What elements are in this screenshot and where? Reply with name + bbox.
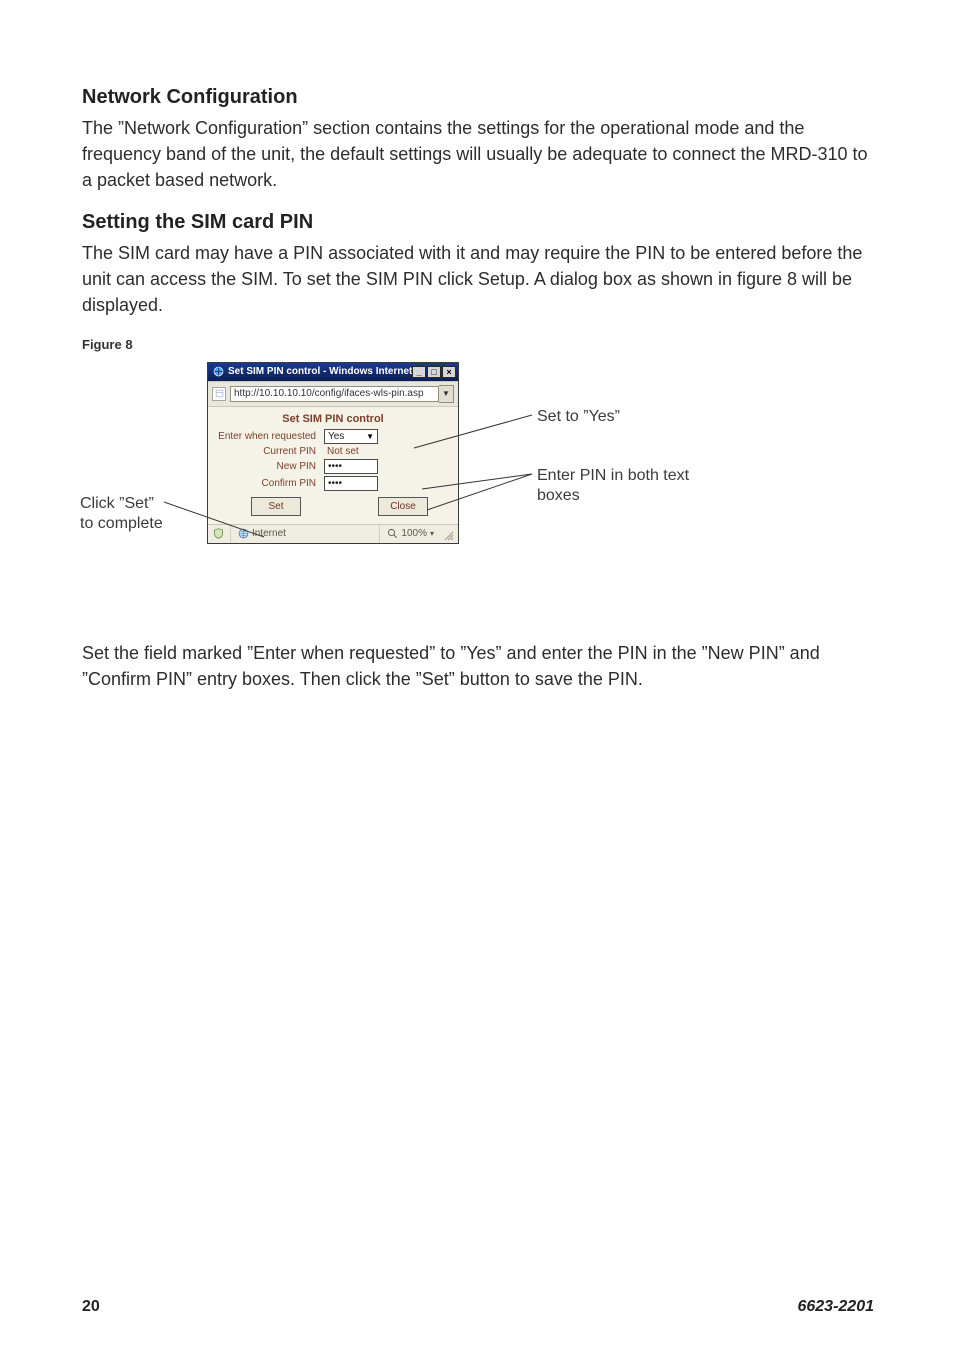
titlebar: Set SIM PIN control - Windows Internet..… xyxy=(208,363,458,381)
page-favicon-icon xyxy=(212,387,226,401)
annotation-set-to-yes: Set to ”Yes” xyxy=(537,407,620,427)
label-enter-when-requested: Enter when requested xyxy=(216,431,324,442)
label-new-pin: New PIN xyxy=(216,461,324,472)
row-current-pin: Current PIN Not set xyxy=(216,446,450,457)
zoom-icon xyxy=(386,528,398,540)
figure-8: Click ”Set” to complete Set to ”Yes” Ent… xyxy=(82,362,874,622)
set-button[interactable]: Set xyxy=(251,497,301,516)
heading-network-configuration: Network Configuration xyxy=(82,86,874,109)
close-window-button[interactable]: × xyxy=(442,366,456,378)
globe-icon xyxy=(237,528,249,540)
annotation-enter-pin-both: Enter PIN in both text boxes xyxy=(537,466,697,506)
annotation-lines xyxy=(82,362,874,622)
annotation-click-set: Click ”Set” to complete xyxy=(80,494,163,534)
button-row: Set Close xyxy=(216,497,450,516)
status-zone: Internet xyxy=(230,525,292,543)
row-new-pin: New PIN •••• xyxy=(216,459,450,474)
paragraph-sim-card-pin: The SIM card may have a PIN associated w… xyxy=(82,240,874,318)
figure-caption: Figure 8 xyxy=(82,337,874,352)
select-enter-when-requested[interactable]: Yes ▼ xyxy=(324,429,378,444)
heading-sim-card-pin: Setting the SIM card PIN xyxy=(82,211,874,234)
label-current-pin: Current PIN xyxy=(216,446,324,457)
status-zoom[interactable]: 100% ▾ xyxy=(379,525,440,543)
dialog-window: Set SIM PIN control - Windows Internet..… xyxy=(207,362,459,544)
maximize-button[interactable]: □ xyxy=(427,366,441,378)
paragraph-after-figure: Set the field marked ”Enter when request… xyxy=(82,640,874,692)
page-footer: 20 6623-2201 xyxy=(82,1298,874,1316)
status-seg-left xyxy=(210,525,230,543)
status-bar: Internet 100% ▾ xyxy=(208,524,458,543)
status-zoom-value: 100% xyxy=(401,528,427,539)
window-title: Set SIM PIN control - Windows Internet..… xyxy=(228,366,412,377)
row-confirm-pin: Confirm PIN •••• xyxy=(216,476,450,491)
ie-logo-icon xyxy=(212,366,224,378)
address-field[interactable]: http://10.10.10.10/config/ifaces-wls-pin… xyxy=(230,386,439,402)
page: Network Configuration The ”Network Confi… xyxy=(0,0,954,1354)
chevron-down-icon: ▾ xyxy=(430,529,434,538)
address-dropdown-button[interactable]: ▼ xyxy=(439,385,454,403)
annotation-click-set-line1: Click ”Set” xyxy=(80,495,154,512)
input-confirm-pin[interactable]: •••• xyxy=(324,476,378,491)
status-zone-label: Internet xyxy=(252,528,286,539)
resize-grip-icon[interactable] xyxy=(440,527,456,541)
row-enter-when-requested: Enter when requested Yes ▼ xyxy=(216,429,450,444)
paragraph-network-configuration: The ”Network Configuration” section cont… xyxy=(82,115,874,193)
address-bar: http://10.10.10.10/config/ifaces-wls-pin… xyxy=(208,381,458,407)
page-number: 20 xyxy=(82,1298,100,1316)
close-button[interactable]: Close xyxy=(378,497,428,516)
shield-icon xyxy=(212,528,224,540)
minimize-button[interactable]: _ xyxy=(412,366,426,378)
annotation-click-set-line2: to complete xyxy=(80,515,163,532)
input-new-pin[interactable]: •••• xyxy=(324,459,378,474)
select-value: Yes xyxy=(328,431,344,442)
chevron-down-icon: ▼ xyxy=(366,432,374,441)
document-number: 6623-2201 xyxy=(797,1298,874,1316)
dialog-body: Set SIM PIN control Enter when requested… xyxy=(208,407,458,524)
dialog-heading: Set SIM PIN control xyxy=(216,413,450,425)
label-confirm-pin: Confirm PIN xyxy=(216,478,324,489)
value-current-pin: Not set xyxy=(324,446,359,457)
